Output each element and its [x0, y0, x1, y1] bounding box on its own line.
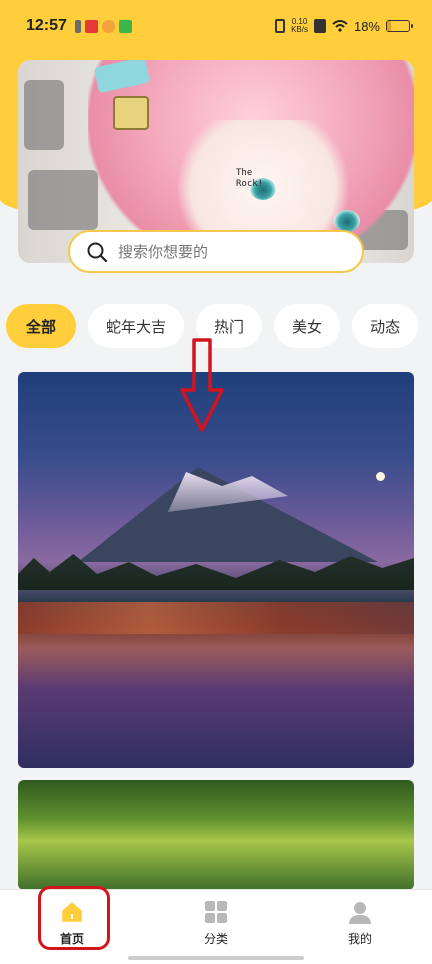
nav-category[interactable]: 分类	[171, 900, 261, 947]
net-speed-unit: KB/s	[291, 25, 308, 34]
wifi-icon	[332, 20, 348, 32]
nav-category-label: 分类	[203, 932, 228, 946]
card-reeds	[18, 602, 414, 634]
nav-mine-label: 我的	[347, 932, 372, 946]
tab-snake-year[interactable]: 蛇年大吉	[88, 304, 185, 348]
search-icon	[86, 241, 108, 263]
vibrate-icon	[275, 19, 286, 33]
tab-all[interactable]: 全部	[6, 304, 77, 348]
battery-saver-icon	[74, 19, 81, 33]
weibo-icon	[101, 19, 115, 33]
banner-caption-line1: The	[236, 168, 253, 178]
battery-percent: 18%	[353, 18, 380, 34]
banner-caption-line2: Rock!	[236, 179, 264, 189]
status-bar: 12:57 0.10 KB/s 18%	[0, 0, 432, 52]
app-notification-icon	[84, 19, 98, 33]
search-input[interactable]: 搜索你想要的	[68, 230, 364, 273]
wallpaper-card[interactable]	[18, 780, 414, 890]
status-right: 0.10 KB/s 18%	[275, 18, 413, 34]
network-speed: 0.10 KB/s	[291, 18, 308, 34]
banner-caption: The Rock!	[236, 168, 263, 190]
home-indicator[interactable]	[128, 956, 304, 960]
banner-character-eye	[334, 210, 360, 232]
nav-mine[interactable]: 我的	[315, 900, 405, 947]
notification-icons	[74, 19, 132, 33]
no-sim-icon	[313, 19, 326, 33]
user-icon	[348, 900, 372, 924]
banner-hair-clip	[113, 96, 149, 130]
search-placeholder: 搜索你想要的	[118, 243, 209, 261]
card-mountain	[78, 467, 378, 562]
card-moon	[376, 472, 385, 481]
annotation-highlight-box	[38, 886, 110, 950]
tab-dynamic[interactable]: 动态	[352, 304, 419, 348]
grid-icon	[204, 900, 228, 924]
status-time: 12:57	[26, 17, 67, 34]
annotation-arrow	[180, 338, 224, 432]
battery-icon	[386, 20, 413, 32]
tab-beauty[interactable]: 美女	[274, 304, 341, 348]
wechat-pay-icon	[118, 19, 132, 33]
banner-brush-stroke	[24, 80, 64, 150]
